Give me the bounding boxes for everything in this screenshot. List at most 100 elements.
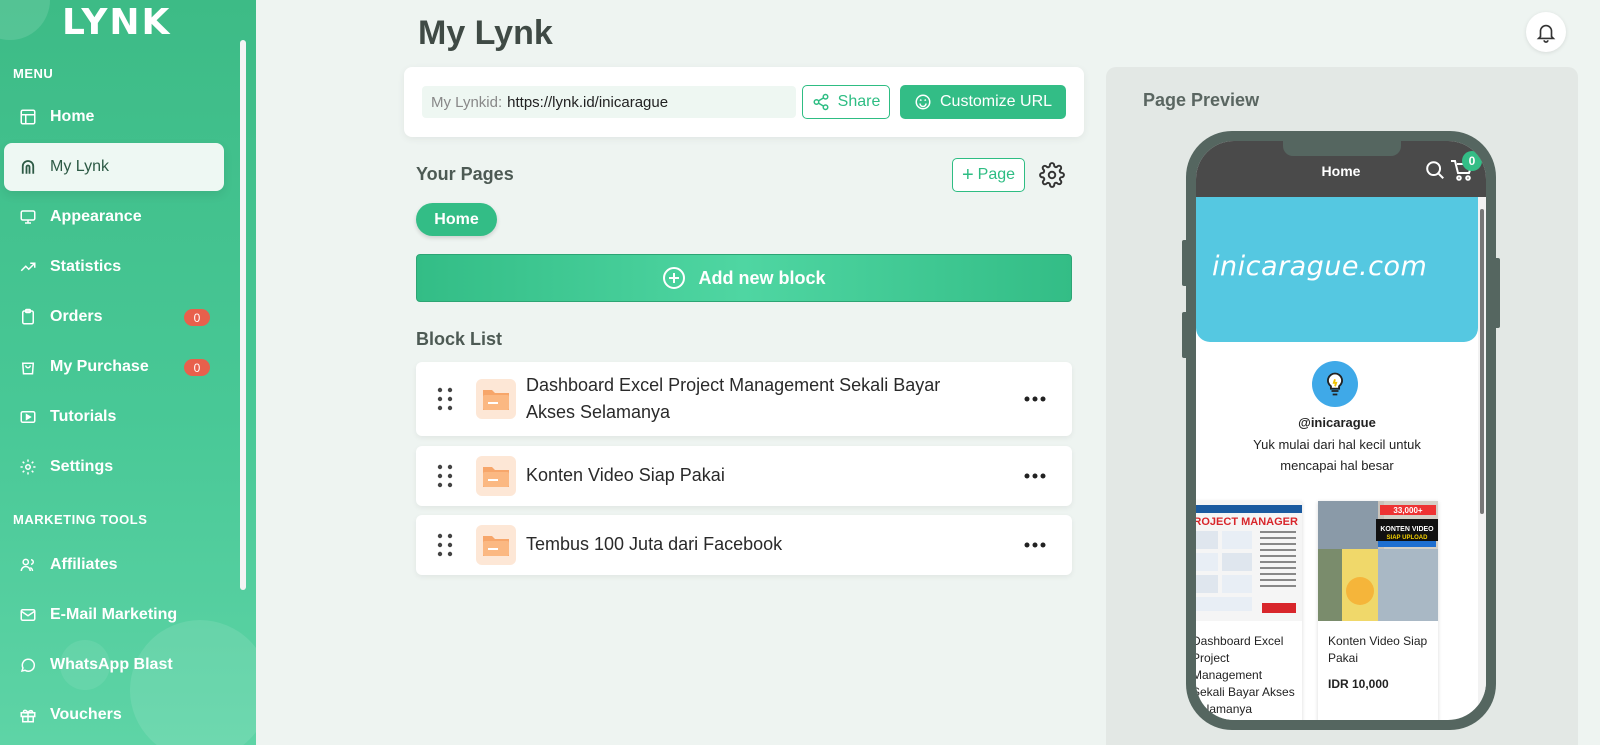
monitor-icon: [18, 207, 38, 227]
sidebar-item-email-marketing[interactable]: E-Mail Marketing: [4, 591, 224, 639]
drag-handle-icon[interactable]: [436, 532, 454, 558]
search-icon[interactable]: [1424, 159, 1446, 181]
lynk-url-field[interactable]: My Lynkid: https://lynk.id/inicarague: [422, 86, 796, 118]
product-image: 33,000+ KONTEN VIDEO SIAP UPLOAD: [1318, 501, 1438, 621]
sidebar-item-label: Settings: [50, 458, 114, 475]
plus-icon: +: [961, 164, 974, 186]
sidebar-item-label: Vouchers: [50, 706, 122, 723]
product-name: Dashboard Excel Project Management Sekal…: [1196, 634, 1295, 716]
preview-banner[interactable]: inicarague.com: [1196, 197, 1478, 342]
bell-icon: [1536, 24, 1556, 43]
page-title: My Lynk: [418, 14, 553, 52]
block-list-title: Block List: [416, 329, 503, 349]
block-title: Tembus 100 Juta dari Facebook: [526, 534, 783, 554]
page-preview-title: Page Preview: [1143, 90, 1260, 110]
phone-notch: [1283, 141, 1401, 156]
sidebar-scrollbar[interactable]: [240, 40, 246, 590]
sidebar-item-appearance[interactable]: Appearance: [4, 193, 224, 241]
sidebar-item-my-lynk[interactable]: My Lynk: [4, 143, 224, 191]
sidebar-item-label: Statistics: [50, 258, 122, 275]
purchase-count-badge: 0: [184, 359, 210, 376]
sidebar-item-tutorials[interactable]: Tutorials: [4, 393, 224, 441]
customize-url-label: Customize URL: [939, 93, 1053, 110]
layout-icon: [18, 107, 38, 127]
folder-icon: [476, 525, 516, 565]
marketing-section-title: MARKETING TOOLS: [13, 512, 148, 527]
smile-icon: [915, 94, 931, 110]
product-image-text: PROJECT MANAGER: [1196, 516, 1298, 528]
block-title: Konten Video Siap Pakai: [526, 465, 725, 485]
mail-icon: [18, 605, 38, 625]
product-name: Konten Video Siap Pakai: [1328, 634, 1428, 665]
product-image-text: KONTEN VIDEO: [1380, 526, 1434, 533]
share-label: Share: [837, 93, 881, 110]
trend-icon: [18, 257, 38, 277]
lynk-url-label: My Lynkid:: [431, 93, 503, 111]
cart-count-badge: 0: [1462, 151, 1482, 171]
sidebar-item-settings[interactable]: Settings: [4, 443, 224, 491]
decor-blob: [0, 0, 50, 40]
product-image: PROJECT MANAGER: [1196, 501, 1302, 621]
clipboard-icon: [18, 307, 38, 327]
sidebar-item-orders[interactable]: Orders 0: [4, 293, 224, 341]
sidebar-item-label: My Lynk: [50, 158, 109, 175]
banner-text: inicarague.com: [1212, 251, 1428, 282]
folder-icon: [476, 379, 516, 419]
svg-text:SIAP UPLOAD: SIAP UPLOAD: [1387, 535, 1429, 541]
add-new-block-button[interactable]: Add new block: [416, 254, 1072, 302]
lynk-url-value: https://lynk.id/inicarague: [507, 93, 669, 111]
sidebar-item-whatsapp-blast[interactable]: WhatsApp Blast: [4, 641, 224, 689]
arch-icon: [18, 157, 38, 177]
product-card[interactable]: PROJECT MANAGER Dashboard Excel Project …: [1196, 501, 1302, 720]
list-item[interactable]: Dashboard Excel Project Management Sekal…: [416, 362, 1072, 436]
svg-text:33,000+: 33,000+: [1393, 506, 1422, 515]
orders-count-badge: 0: [184, 309, 210, 326]
sidebar-item-label: Tutorials: [50, 408, 117, 425]
sidebar-item-vouchers[interactable]: Vouchers: [4, 691, 224, 739]
preview-scrollbar-thumb[interactable]: [1480, 209, 1484, 514]
menu-section-title: MENU: [13, 66, 54, 81]
gear-icon: [1039, 162, 1065, 188]
block-title: Dashboard Excel Project Management Sekal…: [526, 375, 941, 422]
drag-handle-icon[interactable]: [436, 386, 454, 412]
users-icon: [18, 555, 38, 575]
more-options-icon[interactable]: [1024, 541, 1046, 549]
customize-url-button[interactable]: Customize URL: [900, 85, 1066, 119]
sidebar-item-label: Affiliates: [50, 556, 118, 573]
avatar: [1312, 361, 1358, 407]
gear-icon: [18, 457, 38, 477]
sidebar-item-label: WhatsApp Blast: [50, 656, 173, 673]
whatsapp-icon: [18, 655, 38, 675]
share-icon: [813, 93, 829, 111]
list-item[interactable]: Konten Video Siap Pakai: [416, 446, 1072, 506]
phone-screen: Home 0 inicarague.com @inicarague Yuk mu…: [1196, 141, 1486, 720]
share-button[interactable]: Share: [802, 85, 890, 119]
your-pages-title: Your Pages: [416, 164, 514, 184]
product-card[interactable]: 33,000+ KONTEN VIDEO SIAP UPLOAD Konten …: [1318, 501, 1438, 720]
sidebar-item-home[interactable]: Home: [4, 93, 224, 141]
url-card: My Lynkid: https://lynk.id/inicarague Sh…: [404, 67, 1084, 137]
list-item[interactable]: Tembus 100 Juta dari Facebook: [416, 515, 1072, 575]
bag-icon: [18, 357, 38, 377]
sidebar-item-label: My Purchase: [50, 358, 149, 375]
preview-scrollbar[interactable]: [1478, 197, 1486, 720]
drag-handle-icon[interactable]: [436, 463, 454, 489]
profile-handle: @inicarague: [1298, 415, 1376, 430]
more-options-icon[interactable]: [1024, 395, 1046, 403]
logo[interactable]: LYNK: [62, 2, 171, 43]
add-page-button[interactable]: + Page: [952, 158, 1025, 192]
folder-icon: [476, 456, 516, 496]
play-icon: [18, 407, 38, 427]
product-price: IDR 10,000: [1328, 677, 1389, 691]
notifications-button[interactable]: [1526, 12, 1566, 52]
sidebar-item-label: E-Mail Marketing: [50, 606, 178, 623]
sidebar-item-label: Appearance: [50, 208, 142, 225]
sidebar-item-statistics[interactable]: Statistics: [4, 243, 224, 291]
more-options-icon[interactable]: [1024, 472, 1046, 480]
lightbulb-icon: [1327, 372, 1343, 396]
tab-home[interactable]: Home: [416, 203, 497, 236]
plus-circle-icon: [663, 267, 686, 289]
sidebar-item-my-purchase[interactable]: My Purchase 0: [4, 343, 224, 391]
page-settings-button[interactable]: [1038, 161, 1066, 189]
sidebar-item-affiliates[interactable]: Affiliates: [4, 541, 224, 589]
